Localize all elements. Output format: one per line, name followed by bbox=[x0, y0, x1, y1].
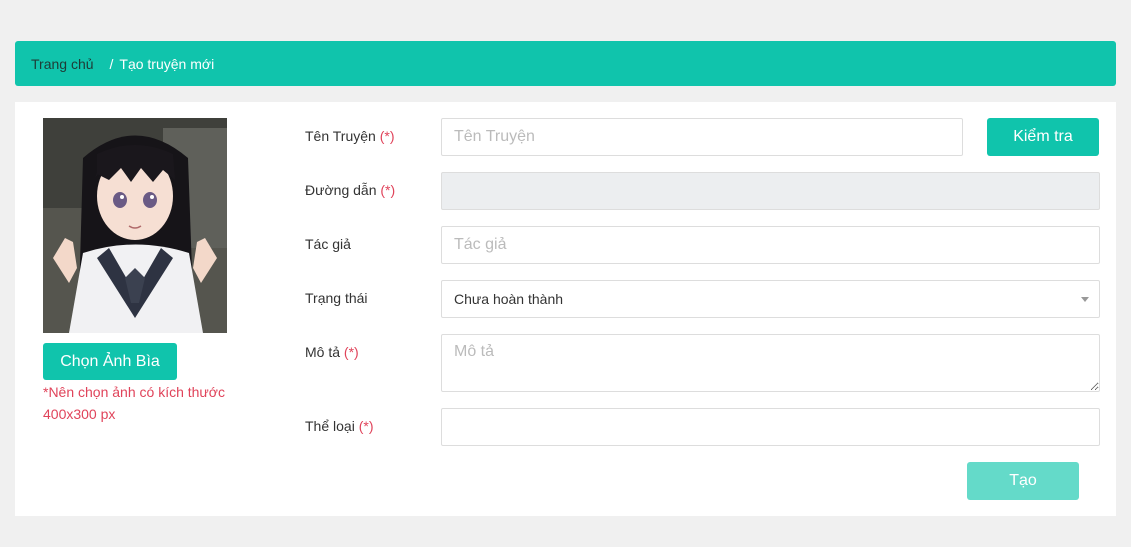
author-input[interactable] bbox=[441, 226, 1100, 264]
status-selected-value: Chưa hoàn thành bbox=[454, 291, 564, 307]
check-title-button[interactable]: Kiểm tra bbox=[987, 118, 1099, 156]
title-label-text: Tên Truyện bbox=[305, 128, 376, 144]
create-button[interactable]: Tạo bbox=[967, 462, 1079, 500]
status-label: Trạng thái bbox=[305, 290, 368, 306]
genre-label: Thể loại (*) bbox=[305, 418, 373, 434]
create-story-panel: Chọn Ảnh Bìa *Nên chọn ảnh có kích thước… bbox=[15, 102, 1116, 516]
status-select[interactable]: Chưa hoàn thành bbox=[441, 280, 1100, 318]
slug-label-text: Đường dẫn bbox=[305, 182, 377, 198]
required-mark: (*) bbox=[379, 128, 395, 144]
breadcrumb-current: Tạo truyện mới bbox=[119, 55, 215, 72]
description-label: Mô tả (*) bbox=[305, 344, 359, 360]
description-label-text: Mô tả bbox=[305, 344, 341, 360]
slug-input bbox=[441, 172, 1100, 210]
cover-size-hint: *Nên chọn ảnh có kích thước 400x300 px bbox=[43, 384, 225, 422]
genre-input[interactable] bbox=[441, 408, 1100, 446]
required-mark: (*) bbox=[343, 344, 359, 360]
author-label-text: Tác giả bbox=[305, 236, 351, 252]
title-input[interactable] bbox=[441, 118, 963, 156]
choose-cover-button[interactable]: Chọn Ảnh Bìa bbox=[43, 343, 177, 380]
breadcrumb: Trang chủ / Tạo truyện mới bbox=[15, 41, 1116, 86]
title-label: Tên Truyện (*) bbox=[305, 128, 395, 144]
required-mark: (*) bbox=[358, 418, 374, 434]
breadcrumb-home-link[interactable]: Trang chủ bbox=[31, 56, 94, 72]
slug-label: Đường dẫn (*) bbox=[305, 182, 395, 198]
genre-label-text: Thể loại bbox=[305, 418, 355, 434]
status-label-text: Trạng thái bbox=[305, 290, 368, 306]
cover-image bbox=[43, 118, 227, 333]
required-mark: (*) bbox=[380, 182, 396, 198]
chevron-down-icon bbox=[1081, 297, 1089, 302]
author-label: Tác giả bbox=[305, 236, 351, 252]
breadcrumb-separator: / bbox=[109, 55, 114, 72]
description-textarea[interactable] bbox=[441, 334, 1100, 392]
